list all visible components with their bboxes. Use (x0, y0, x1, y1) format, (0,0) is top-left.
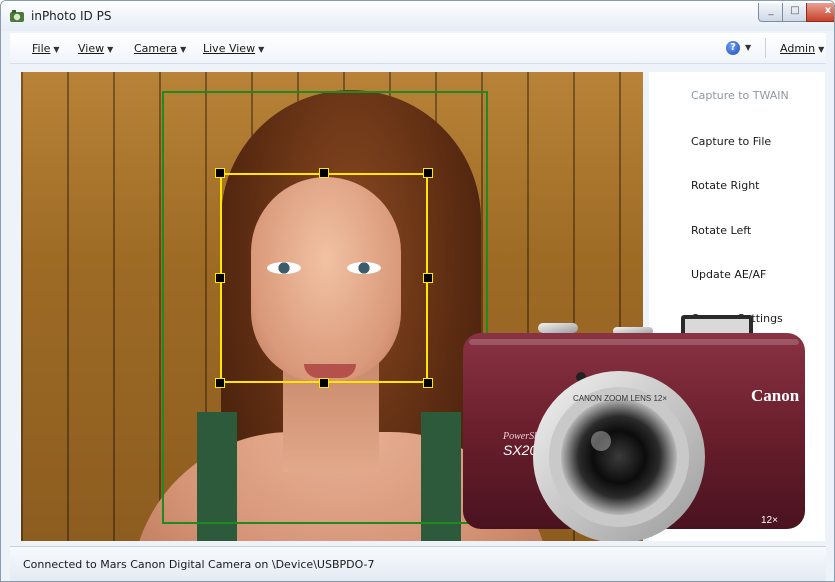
app-window: inPhoto ID PS _ □ x File ▼ View ▼ Camera ▼ … (0, 0, 835, 582)
chevron-down-icon: ▼ (258, 45, 265, 54)
capture-file-button[interactable]: Capture to File (691, 135, 771, 148)
resize-handle[interactable] (423, 168, 433, 178)
camera-brand: Canon (751, 386, 800, 405)
resize-handle[interactable] (319, 168, 329, 178)
face-detection-box[interactable] (220, 173, 428, 383)
chevron-down-icon: ▼ (818, 45, 825, 54)
resize-handle[interactable] (215, 273, 225, 283)
close-icon[interactable]: x (806, 3, 834, 22)
menu-admin[interactable]: Admin ▼ (780, 42, 824, 55)
menu-file[interactable]: File ▼ (32, 42, 60, 55)
menu-view[interactable]: View ▼ (78, 42, 113, 55)
app-icon (10, 10, 24, 22)
resize-handle[interactable] (319, 378, 329, 388)
chevron-down-icon: ▼ (180, 45, 187, 54)
resize-handle[interactable] (215, 168, 225, 178)
capture-twain-button[interactable]: Capture to TWAIN (691, 89, 789, 102)
lens-text: CANON ZOOM LENS 12× (573, 394, 667, 403)
lens-glass (561, 399, 677, 515)
camera-image: Canon PowerShot SX200 12× CANON ZOOM LEN… (463, 315, 805, 541)
menu-camera[interactable]: Camera ▼ (134, 42, 186, 55)
status-message: Connected to Mars Canon Digital Camera o… (23, 558, 375, 571)
title-bar: inPhoto ID PS _ □ x (1, 1, 834, 31)
resize-handle[interactable] (423, 378, 433, 388)
maximize-icon[interactable]: □ (782, 3, 808, 22)
chevron-down-icon: ▼ (107, 45, 114, 54)
update-ae-af-button[interactable]: Update AE/AF (691, 268, 766, 281)
window-title: inPhoto ID PS (31, 9, 112, 23)
resize-handle[interactable] (423, 273, 433, 283)
menu-bar: File ▼ View ▼ Camera ▼ Live View ▼ ? ▼ Admin… (10, 33, 826, 64)
chevron-down-icon[interactable]: ▼ (745, 43, 751, 52)
minimize-icon[interactable]: _ (758, 3, 784, 22)
resize-handle[interactable] (215, 378, 225, 388)
rotate-right-button[interactable]: Rotate Right (691, 179, 759, 192)
chevron-down-icon: ▼ (53, 45, 60, 54)
zoom-badge: 12× (761, 515, 778, 526)
rotate-left-button[interactable]: Rotate Left (691, 224, 751, 237)
help-icon[interactable]: ? (726, 41, 740, 55)
shutter-button (538, 323, 578, 333)
menu-separator (765, 38, 766, 58)
status-bar: Connected to Mars Canon Digital Camera o… (10, 546, 826, 581)
menu-live-view[interactable]: Live View ▼ (203, 42, 264, 55)
